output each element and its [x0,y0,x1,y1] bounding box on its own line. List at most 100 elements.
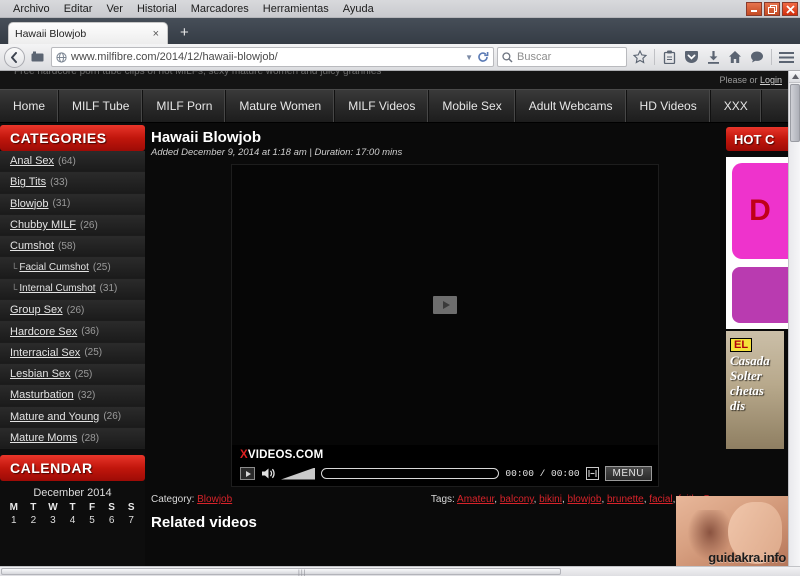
category-link[interactable]: Internal Cumshot [19,283,95,294]
nav-item-mature-women[interactable]: Mature Women [226,90,336,122]
tag-brunette[interactable]: brunette [607,494,644,505]
new-tab-button[interactable]: + [180,25,189,40]
play-icon[interactable] [240,467,255,480]
category-link[interactable]: Cumshot [10,240,54,252]
category-link[interactable]: Mature Moms [10,432,77,444]
sidebar-category-chubby-milf[interactable]: Chubby MILF (26) [0,214,145,237]
minimize-button[interactable] [746,2,762,16]
category-link[interactable]: Interracial Sex [10,347,80,359]
home-icon[interactable] [725,47,745,67]
calendar-dow: S [108,502,115,514]
category-link[interactable]: Facial Cumshot [19,262,88,273]
restore-button[interactable] [764,2,780,16]
nav-item-milf-videos[interactable]: MILF Videos [335,90,430,122]
nav-item-mobile-sex[interactable]: Mobile Sex [429,90,516,122]
calendar-day[interactable]: 4 [63,514,83,527]
player-menu-button[interactable]: MENU [604,466,652,481]
calendar-day[interactable]: 1 [4,514,24,527]
calendar-day[interactable]: 6 [102,514,122,527]
forward-history-icon[interactable] [28,47,48,67]
search-input[interactable]: Buscar [497,47,627,67]
sidebar-category-internal-cumshot[interactable]: └ Internal Cumshot (31) [0,278,145,301]
sidebar-category-masturbation[interactable]: Masturbation (32) [0,385,145,407]
url-bar[interactable]: www.milfibre.com/2014/12/hawaii-blowjob/… [51,47,494,67]
sidebar-category-facial-cumshot[interactable]: └ Facial Cumshot (25) [0,257,145,279]
nav-item-hd-videos[interactable]: HD Videos [627,90,711,122]
calendar-day[interactable]: 5 [82,514,102,527]
sidebar-category-mature-and-young[interactable]: Mature and Young (26) [0,406,145,428]
category-tags-row: Category: Blowjob Tags: Amateur, balcony… [151,494,722,505]
ad-banner-el[interactable]: EL Casada Solter chetas dis [726,331,784,449]
bookmark-star-icon[interactable] [630,47,650,67]
chat-icon[interactable] [747,47,767,67]
category-link[interactable]: Anal Sex [10,155,54,167]
category-link[interactable]: Chubby MILF [10,219,76,231]
category-count: (26) [80,219,98,231]
category-value-link[interactable]: Blowjob [197,494,232,505]
login-prompt: Please or Login [719,75,782,85]
nav-item-xxx[interactable]: XXX [711,90,762,122]
menu-archivo[interactable]: Archivo [6,1,57,17]
vertical-scrollbar[interactable] [788,71,800,566]
login-link[interactable]: Login [760,75,782,85]
url-dropdown-icon[interactable]: ▼ [465,53,473,62]
ad-banner-pink[interactable]: D [726,157,788,329]
pocket-icon[interactable] [681,47,701,67]
tag-bikini[interactable]: bikini [539,494,562,505]
sidebar-category-big-tits[interactable]: Big Tits (33) [0,172,145,194]
calendar-day[interactable]: 2 [24,514,44,527]
hamburger-menu-icon[interactable] [776,47,796,67]
sidebar-category-cumshot[interactable]: Cumshot (58) [0,236,145,258]
menu-ayuda[interactable]: Ayuda [336,1,381,17]
tag-amateur[interactable]: Amateur [457,494,494,505]
nav-item-adult-webcams[interactable]: Adult Webcams [516,90,627,122]
horizontal-scroll-thumb[interactable] [1,568,561,575]
nav-item-home[interactable]: Home [0,90,60,122]
category-link[interactable]: Big Tits [10,176,46,188]
horizontal-scrollbar[interactable]: ||| [0,566,800,576]
video-player[interactable]: XVIDEOS.COM 00:00 / 00:00 MENU [231,164,659,487]
menu-marcadores[interactable]: Marcadores [184,1,256,17]
category-link[interactable]: Lesbian Sex [10,368,71,380]
sidebar-category-mature-moms[interactable]: Mature Moms (28) [0,427,145,450]
fullscreen-icon[interactable] [585,467,599,480]
category-link[interactable]: Hardcore Sex [10,326,77,338]
volume-slider[interactable] [281,467,315,480]
tag-balcony[interactable]: balcony [500,494,534,505]
tab-close-icon[interactable]: × [151,28,161,40]
browser-tab[interactable]: Hawaii Blowjob × [8,22,168,44]
menu-editar[interactable]: Editar [57,1,100,17]
scroll-up-arrow-icon[interactable] [789,71,800,83]
menu-ver[interactable]: Ver [99,1,130,17]
sidebar-category-blowjob[interactable]: Blowjob (31) [0,193,145,215]
sidebar-category-group-sex[interactable]: Group Sex (26) [0,300,145,322]
category-link[interactable]: Masturbation [10,389,74,401]
downloads-icon[interactable] [703,47,723,67]
ad-purple-tile[interactable] [732,267,788,323]
seek-slider[interactable] [321,468,500,479]
sidebar-category-interracial-sex[interactable]: Interracial Sex (25) [0,342,145,364]
category-count: (25) [74,368,93,380]
category-link[interactable]: Group Sex [10,304,63,316]
sidebar-category-hardcore-sex[interactable]: Hardcore Sex (36) [0,321,145,343]
menu-herramientas[interactable]: Herramientas [256,1,336,17]
category-link[interactable]: Blowjob [10,198,49,210]
category-link[interactable]: Mature and Young [10,411,99,423]
video-stage[interactable] [232,165,658,445]
nav-item-milf-tube[interactable]: MILF Tube [59,90,144,122]
close-button[interactable] [782,2,798,16]
tag-facial[interactable]: facial [649,494,672,505]
sidebar-category-anal-sex[interactable]: Anal Sex (64) [0,151,145,173]
nav-item-milf-porn[interactable]: MILF Porn [143,90,227,122]
center-play-icon[interactable] [433,296,457,314]
site-watermark: guidakra.info [708,550,786,565]
ad-pink-tile[interactable]: D [732,163,788,259]
calendar-day[interactable]: 7 [121,514,141,527]
menu-historial[interactable]: Historial [130,1,184,17]
vertical-scroll-thumb[interactable] [790,84,800,142]
sidebar-category-lesbian-sex[interactable]: Lesbian Sex (25) [0,363,145,386]
calendar-day[interactable]: 3 [43,514,63,527]
reading-list-icon[interactable] [659,47,679,67]
back-button[interactable] [4,46,25,68]
tag-blowjob[interactable]: blowjob [568,494,602,505]
